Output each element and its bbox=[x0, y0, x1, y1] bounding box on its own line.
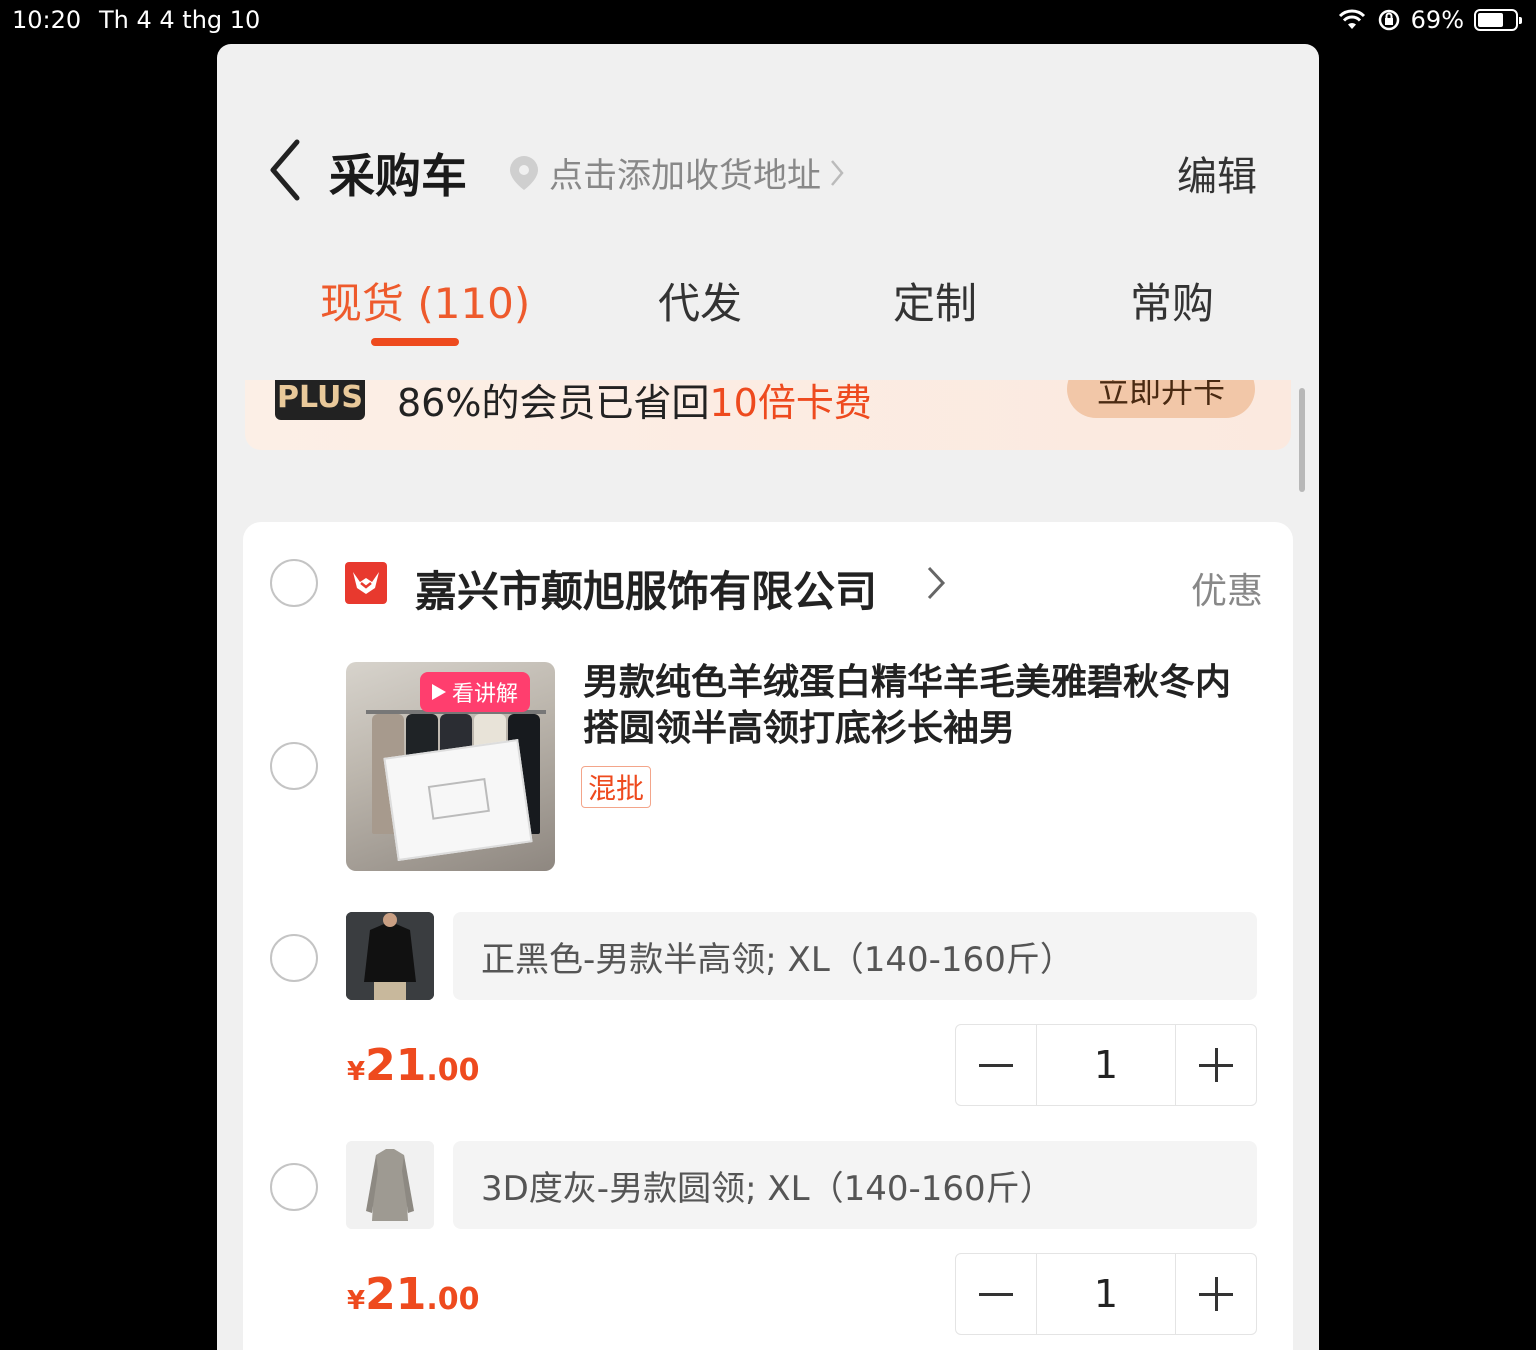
chevron-right-icon bbox=[831, 159, 844, 186]
video-badge-label: 看讲解 bbox=[452, 682, 519, 707]
battery-icon bbox=[1474, 9, 1522, 31]
currency-symbol: ¥ bbox=[347, 1057, 366, 1087]
sku-price: ¥21.00 bbox=[347, 1269, 479, 1320]
plus-icon bbox=[1199, 1277, 1233, 1311]
increase-quantity-button[interactable] bbox=[1176, 1025, 1256, 1105]
currency-symbol: ¥ bbox=[347, 1286, 366, 1316]
shop-logo-icon bbox=[345, 562, 387, 604]
play-icon bbox=[432, 684, 446, 700]
plus-membership-banner[interactable]: PLUS 86%的会员已省回10倍卡费 立即开卡 bbox=[245, 380, 1291, 450]
shop-checkbox[interactable] bbox=[270, 559, 318, 607]
tab-dropship[interactable]: 代发 bbox=[658, 270, 742, 331]
status-date: Th 4 4 thg 10 bbox=[99, 6, 261, 34]
tab-frequent[interactable]: 常购 bbox=[1130, 270, 1214, 331]
quantity-stepper: 1 bbox=[955, 1024, 1257, 1106]
price-decimal: .00 bbox=[426, 1053, 480, 1088]
plus-promo-highlight: 10倍卡费 bbox=[709, 381, 872, 425]
wifi-icon bbox=[1338, 9, 1365, 29]
chevron-right-icon[interactable] bbox=[925, 564, 947, 602]
plus-promo-prefix: 86%的会员已省回 bbox=[397, 381, 710, 425]
quantity-value[interactable]: 1 bbox=[1036, 1254, 1176, 1334]
address-placeholder: 点击添加收货地址 bbox=[549, 156, 821, 196]
minus-icon bbox=[979, 1292, 1013, 1296]
gift-box-image bbox=[383, 739, 533, 861]
increase-quantity-button[interactable] bbox=[1176, 1254, 1256, 1334]
sku-spec[interactable]: 3D度灰-男款圆领; XL（140-160斤） bbox=[453, 1141, 1257, 1229]
decrease-quantity-button[interactable] bbox=[956, 1254, 1036, 1334]
minus-icon bbox=[979, 1063, 1013, 1067]
coupon-button[interactable]: 优惠 bbox=[1191, 562, 1263, 614]
edit-button[interactable]: 编辑 bbox=[1177, 144, 1257, 202]
status-bar: 10:20 Th 4 4 thg 10 69% bbox=[0, 0, 1536, 44]
nav-bar: 采购车 点击添加收货地址 编辑 bbox=[217, 44, 1319, 284]
plus-badge: PLUS bbox=[275, 380, 365, 420]
sku-image[interactable] bbox=[346, 912, 434, 1000]
tab-bar: 现货 (110) 代发 定制 常购 bbox=[217, 270, 1319, 354]
sku-price: ¥21.00 bbox=[347, 1040, 479, 1091]
orientation-lock-icon bbox=[1378, 9, 1399, 31]
status-time: 10:20 bbox=[12, 6, 82, 34]
decrease-quantity-button[interactable] bbox=[956, 1025, 1036, 1105]
address-selector[interactable]: 点击添加收货地址 bbox=[507, 148, 845, 197]
page-title: 采购车 bbox=[329, 149, 467, 203]
shop-card: 嘉兴市颠旭服饰有限公司 优惠 看讲解 男款纯色羊绒蛋白精华羊毛美雅碧秋冬内搭圆领… bbox=[243, 522, 1293, 1350]
price-decimal: .00 bbox=[426, 1282, 480, 1317]
scrollbar[interactable] bbox=[1299, 388, 1305, 492]
battery-level bbox=[1478, 13, 1503, 27]
product-checkbox[interactable] bbox=[270, 742, 318, 790]
sku-spec[interactable]: 正黑色-男款半高领; XL（140-160斤） bbox=[453, 912, 1257, 1000]
quantity-stepper: 1 bbox=[955, 1253, 1257, 1335]
sku-checkbox[interactable] bbox=[270, 934, 318, 982]
status-icons: 69% bbox=[1337, 6, 1522, 34]
sku-image[interactable] bbox=[346, 1141, 434, 1229]
mixed-batch-tag: 混批 bbox=[581, 766, 652, 808]
sku-checkbox[interactable] bbox=[270, 1163, 318, 1211]
price-integer: 21 bbox=[365, 1040, 427, 1091]
video-explain-badge[interactable]: 看讲解 bbox=[420, 672, 531, 712]
quantity-value[interactable]: 1 bbox=[1036, 1025, 1176, 1105]
price-integer: 21 bbox=[365, 1269, 427, 1320]
tab-custom[interactable]: 定制 bbox=[893, 270, 977, 331]
tab-in-stock[interactable]: 现货 (110) bbox=[320, 270, 530, 331]
product-image[interactable]: 看讲解 bbox=[346, 662, 555, 871]
location-pin-icon bbox=[510, 155, 538, 190]
open-card-button[interactable]: 立即开卡 bbox=[1067, 380, 1255, 418]
cart-sheet: 采购车 点击添加收货地址 编辑 现货 (110) 代发 定制 常购 PLUS 8… bbox=[217, 44, 1319, 1350]
plus-promo-text: 86%的会员已省回10倍卡费 bbox=[397, 380, 872, 427]
battery-percent: 69% bbox=[1410, 6, 1464, 34]
back-arrow-icon[interactable] bbox=[265, 138, 305, 202]
cart-list[interactable]: PLUS 86%的会员已省回10倍卡费 立即开卡 嘉兴市颠旭服饰有限公司 优惠 bbox=[217, 380, 1319, 1350]
active-tab-indicator bbox=[371, 338, 459, 346]
shop-name[interactable]: 嘉兴市颠旭服饰有限公司 bbox=[415, 558, 877, 619]
product-title[interactable]: 男款纯色羊绒蛋白精华羊毛美雅碧秋冬内搭圆领半高领打底衫长袖男 bbox=[583, 660, 1263, 752]
plus-icon bbox=[1199, 1048, 1233, 1082]
